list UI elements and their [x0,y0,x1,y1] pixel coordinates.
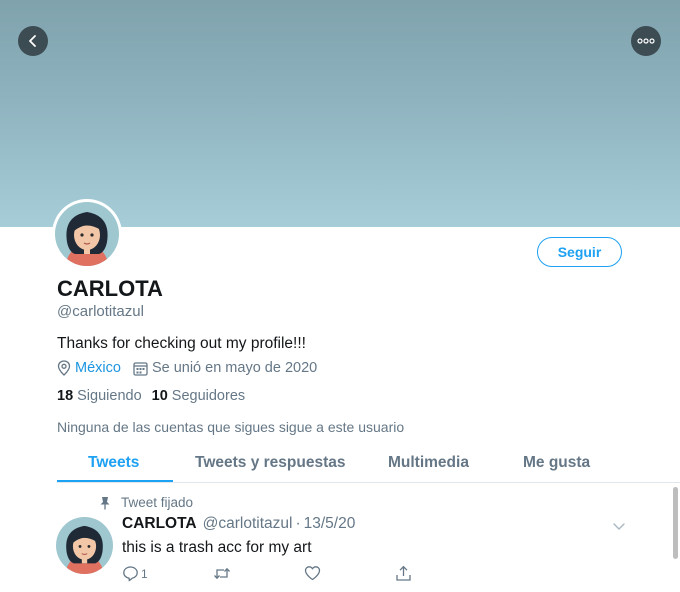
share-button[interactable] [395,565,412,582]
tweet-menu-button[interactable] [612,518,626,536]
profile-meta: México Se unió en mayo de 2020 [57,360,317,376]
reply-count: 1 [141,566,148,581]
heart-icon [304,566,321,581]
scrollbar[interactable] [673,487,678,559]
calendar-icon [133,361,148,376]
tweet-separator: · [295,515,301,532]
chevron-left-icon [29,35,36,47]
tweet-actions: 1 [122,565,422,585]
more-horizontal-icon [637,38,655,44]
avatar-illustration [55,202,119,266]
followers-label: Seguidores [171,388,246,404]
avatar-illustration [56,517,113,574]
profile-name: CARLOTA [57,276,163,301]
tabs-divider [57,482,680,483]
tweet-author-name[interactable]: CARLOTA [122,515,197,533]
follow-button[interactable]: Seguir [537,237,622,267]
share-icon [396,565,411,581]
reply-button[interactable]: 1 [122,565,148,582]
tab-media[interactable]: Multimedia [388,454,469,472]
followers-count: 10 [151,388,168,404]
tweet-author-handle[interactable]: @carlotitazul [203,515,293,533]
profile-joined-date: Se unió en mayo de 2020 [151,360,318,376]
profile-bio: Thanks for checking out my profile!!! [57,335,306,352]
tab-tweets-and-replies[interactable]: Tweets y respuestas [195,454,345,472]
profile-avatar[interactable] [52,199,122,269]
pinned-label: Tweet fijado [121,495,194,510]
retweet-button[interactable] [213,565,231,582]
following-label: Siguiendo [77,388,142,404]
back-button[interactable] [18,26,48,56]
pinned-tweet-indicator: Tweet fijado [99,495,193,510]
tweet-header: CARLOTA @carlotitazul · 13/5/20 [122,515,355,533]
retweet-icon [214,567,230,580]
profile-location[interactable]: México [75,360,121,376]
tweet-author-avatar[interactable] [56,517,113,574]
like-button[interactable] [304,565,321,581]
more-options-button[interactable] [631,26,661,56]
profile-handle: @carlotitazul [57,303,144,320]
profile-tabs: Tweets Tweets y respuestas Multimedia Me… [57,446,680,483]
profile-counts: 18 Siguiendo 10 Seguidores [57,388,255,404]
chevron-down-icon [613,523,625,530]
followers-you-know-text: Ninguna de las cuentas que sigues sigue … [57,419,405,435]
profile-banner[interactable] [0,0,680,227]
tweet-date[interactable]: 13/5/20 [304,515,356,533]
pin-icon [100,496,110,509]
reply-icon [123,566,138,582]
tab-likes[interactable]: Me gusta [523,454,590,472]
following-count-link[interactable]: 18 Siguiendo [57,388,142,404]
following-count: 18 [57,388,74,404]
location-icon [57,360,71,376]
tab-tweets[interactable]: Tweets [88,454,139,472]
tweet-text: this is a trash acc for my art [122,539,312,556]
followers-count-link[interactable]: 10 Seguidores [152,388,246,404]
